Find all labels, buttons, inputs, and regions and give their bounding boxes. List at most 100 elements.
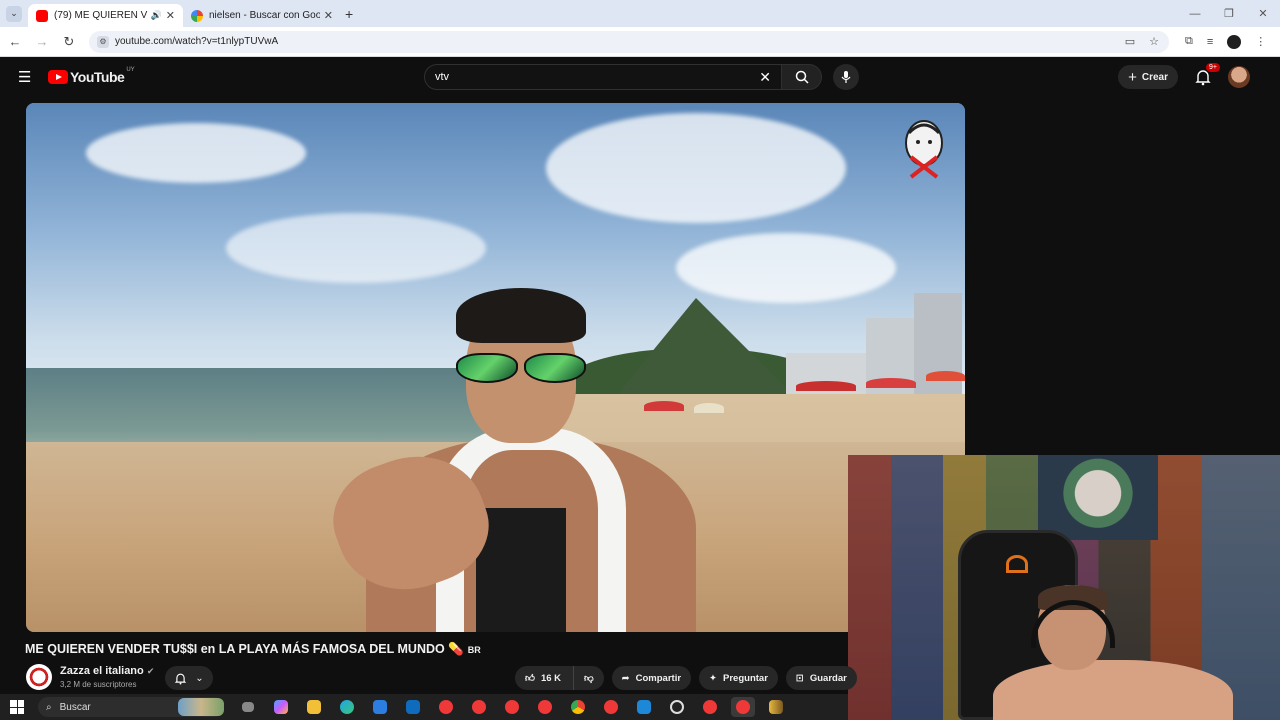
file-explorer-icon[interactable] [302,697,326,717]
notifications-button[interactable]: 9+ [1194,63,1220,86]
outlook-icon[interactable] [401,697,425,717]
browser-tabbar: ⌄ (79) ME QUIEREN VENDER T 🔊 ✕ nielsen -… [0,0,1280,27]
menu-icon[interactable]: ⋮ [1255,35,1266,48]
vivaldi-icon[interactable] [500,697,524,717]
speaker-icon[interactable]: 🔊 [151,10,162,21]
share-button[interactable]: ➦ Compartir [611,666,692,690]
ask-button[interactable]: ✦ Preguntar [699,666,778,690]
notification-badge: 9+ [1206,63,1220,72]
video-umbrella [796,381,856,391]
forward-icon[interactable]: → [30,34,54,49]
verified-icon: ✔ [146,666,155,676]
youtube-header: ☰ YouTube UY vtv ✕ + Crear 9+ [0,57,1280,97]
vscode-icon[interactable] [632,697,656,717]
restore-icon[interactable]: ❐ [1212,7,1246,20]
search-bar: vtv ✕ [424,64,822,90]
country-code: UY [126,67,135,73]
video-umbrella [926,371,965,381]
search-input[interactable]: vtv ✕ [424,64,782,90]
video-umbrella [866,378,916,388]
close-tab-icon[interactable]: ✕ [166,9,175,22]
back-icon[interactable]: ← [3,34,27,49]
create-button[interactable]: + Crear [1118,65,1178,89]
save-button[interactable]: ⊡ Guardar [785,666,857,690]
vivaldi-icon[interactable] [599,697,623,717]
ask-label: Preguntar [723,672,768,684]
close-window-icon[interactable]: ✕ [1246,7,1280,20]
cast-icon[interactable]: ▭ [1125,35,1135,48]
joker-poster [1038,455,1158,540]
taskbar-search-placeholder: Buscar [59,701,91,713]
subscription-bell-button[interactable]: ⌄ [165,666,213,690]
search-highlight-image [178,698,224,716]
save-label: Guardar [809,672,847,684]
tab-title: nielsen - Buscar con Google [209,10,320,21]
vivaldi-icon[interactable] [731,697,755,717]
tab-google[interactable]: nielsen - Buscar con Google ✕ [183,4,341,27]
create-label: Crear [1141,71,1168,83]
bell-icon [175,673,187,684]
windows-taskbar: ⌕ Buscar [0,694,848,720]
chrome-icon[interactable] [566,697,590,717]
search-query: vtv [435,71,450,83]
plus-icon: + [1128,68,1137,86]
search-icon: ⌕ [46,701,52,713]
media-controls-icon[interactable]: ≡ [1207,36,1213,48]
vivaldi-icon[interactable] [467,697,491,717]
bookmark-icon: ⊡ [795,672,804,684]
tab-search-button[interactable]: ⌄ [6,5,22,22]
vivaldi-icon[interactable] [434,697,458,717]
windows-start-icon[interactable] [10,700,24,714]
channel-name[interactable]: Zazza el italiano ✔ [60,665,154,677]
like-button[interactable]: 👍︎ 16 K [515,666,575,690]
store-icon[interactable] [368,697,392,717]
search-button[interactable] [782,64,822,90]
task-view-icon[interactable] [236,697,260,717]
microphone-icon [841,71,851,83]
app-icon[interactable] [764,697,788,717]
window-controls: — ❐ ✕ [1178,0,1280,27]
profile-icon[interactable] [1227,34,1242,49]
dislike-button[interactable]: 👎︎ [574,666,604,690]
account-avatar[interactable] [1228,66,1250,88]
tab-youtube[interactable]: (79) ME QUIEREN VENDER T 🔊 ✕ [28,4,183,27]
hamburger-menu-icon[interactable]: ☰ [18,68,32,86]
vivaldi-icon[interactable] [698,697,722,717]
video-cloud [86,123,306,183]
chair-logo-icon [1006,555,1028,573]
video-cloud [546,113,846,223]
url-text: youtube.com/watch?v=t1nlypTUVwA [115,36,279,47]
copilot-icon[interactable] [269,697,293,717]
minimize-icon[interactable]: — [1178,8,1212,20]
tab-title: (79) ME QUIEREN VENDER T [54,10,148,21]
reload-icon[interactable]: ↻ [57,34,81,50]
channel-name-text: Zazza el italiano [60,665,144,677]
voice-search-button[interactable] [833,64,859,90]
bookmark-star-icon[interactable]: ☆ [1149,35,1159,48]
address-bar[interactable]: ⚙ youtube.com/watch?v=t1nlypTUVwA ▭ ☆ [89,30,1169,53]
pill-emoji-icon: 💊 [448,642,464,656]
close-tab-icon[interactable]: ✕ [324,9,333,22]
video-umbrella [694,403,724,413]
share-icon: ➦ [621,672,630,684]
clear-search-icon[interactable]: ✕ [759,69,771,86]
browser-toolbar: ← → ↻ ⚙ youtube.com/watch?v=t1nlypTUVwA … [0,27,1280,57]
extensions-icon[interactable]: ⧉ [1185,35,1193,48]
edge-icon[interactable] [335,697,359,717]
video-presenter [318,288,696,632]
youtube-logo[interactable]: YouTube UY [48,67,135,85]
new-tab-icon[interactable]: + [345,6,353,22]
video-player[interactable] [26,103,965,632]
obs-icon[interactable] [665,697,689,717]
channel-avatar[interactable] [26,664,52,690]
channel-watermark-icon [905,120,943,179]
taskbar-search[interactable]: ⌕ Buscar [38,697,224,717]
video-title-text: ME QUIEREN VENDER TU$$I en LA PLAYA MÁS … [25,642,445,656]
site-info-icon[interactable]: ⚙ [97,35,109,48]
video-cloud [676,233,896,303]
vivaldi-icon[interactable] [533,697,557,717]
thumbs-up-icon: 👍︎ [525,673,535,684]
like-count: 16 K [540,672,562,684]
youtube-play-icon [48,70,68,84]
video-building [914,293,962,408]
